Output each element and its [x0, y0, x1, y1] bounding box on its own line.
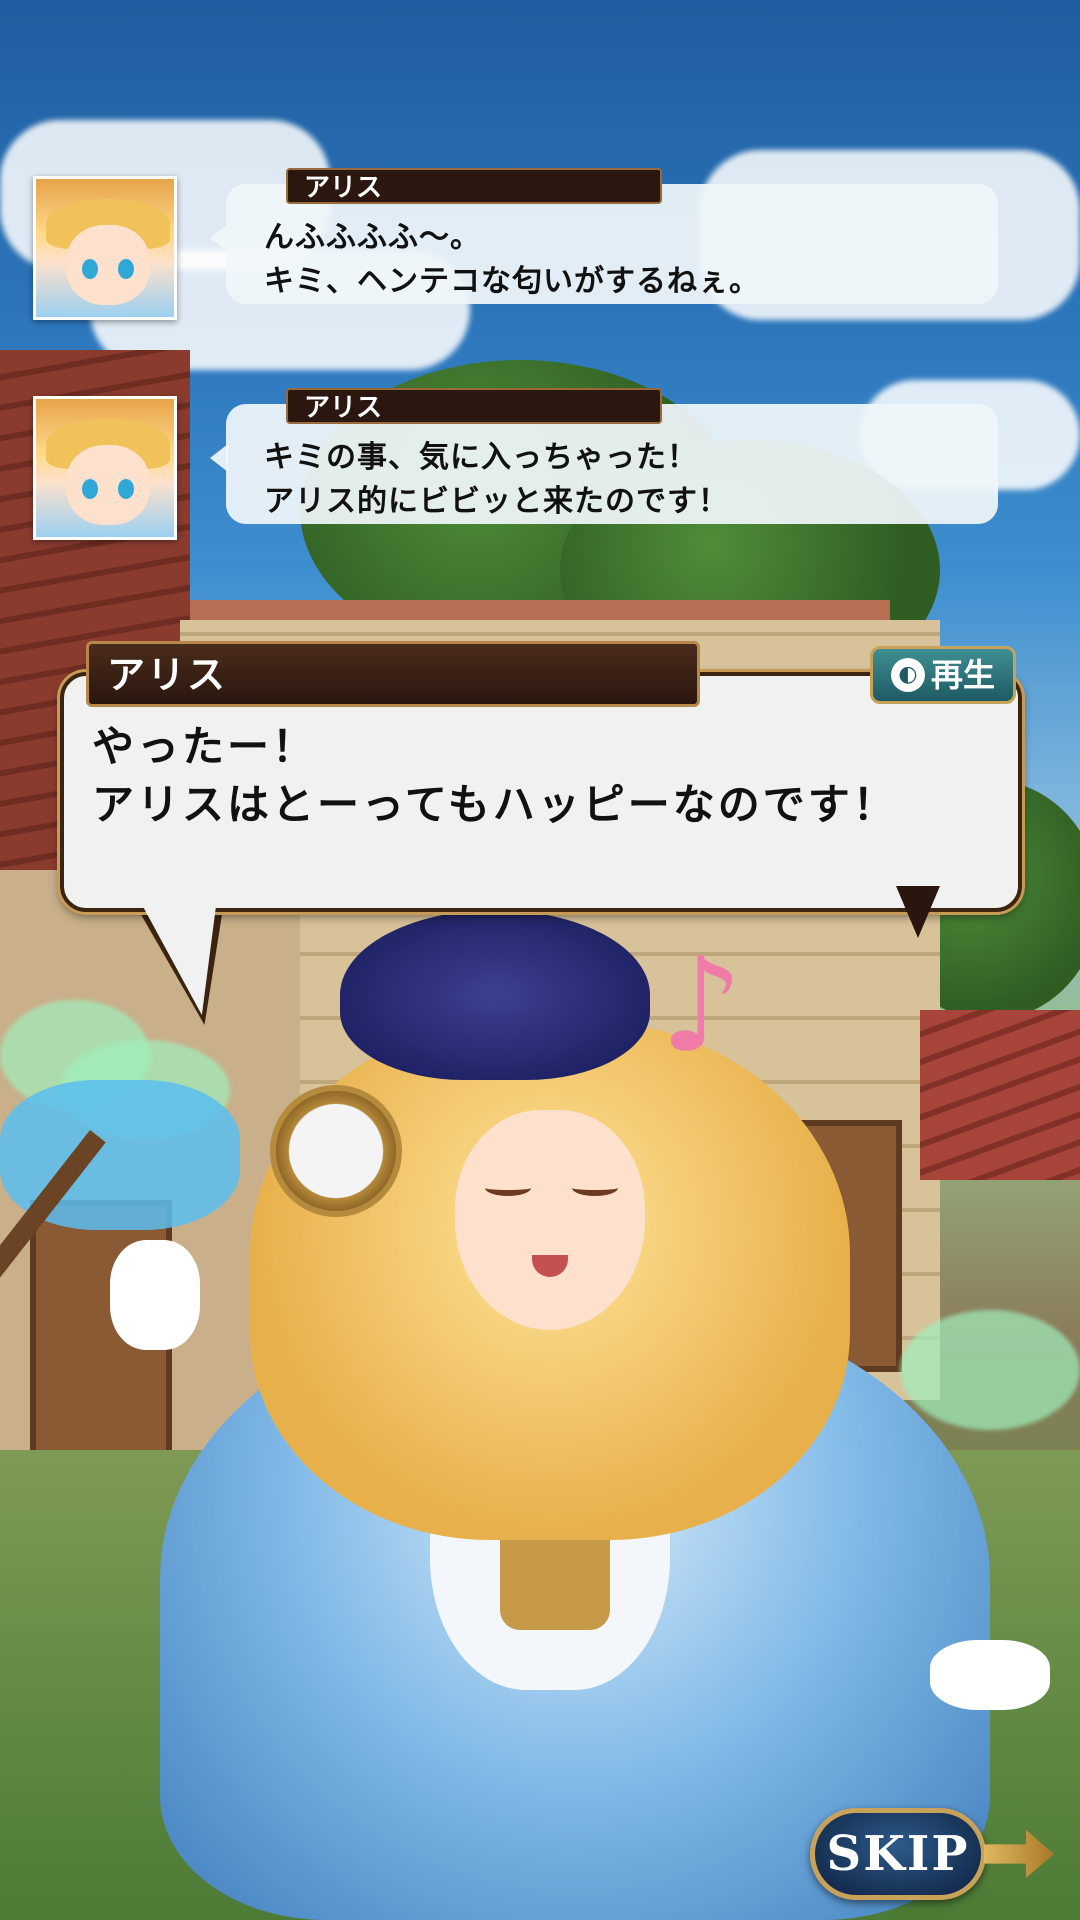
alice-glove-left — [110, 1240, 200, 1350]
alice-eye-right — [572, 1180, 618, 1196]
alice-avatar — [33, 396, 177, 540]
speaker-play-icon: ◐ — [890, 658, 925, 692]
log-entry: キミの事、気に入っちゃった！ アリス的にビビッと来たのです！ アリス — [30, 388, 998, 550]
alice-glove-right — [930, 1640, 1050, 1710]
alice-face — [455, 1110, 645, 1330]
voice-play-label: 再生 — [930, 656, 995, 694]
log-line: んふふふふ〜。 — [264, 220, 481, 255]
dialog-speaker-name: アリス — [86, 641, 700, 707]
voice-play-button[interactable]: ◐ 再生 — [870, 646, 1016, 704]
dialog-line: アリスはとーってもハッピーなのです！ — [92, 780, 898, 829]
dialog-line: やったー！ — [92, 722, 318, 771]
skip-button[interactable]: SKIP — [810, 1808, 986, 1900]
alice-hair-bow — [340, 910, 650, 1080]
log-line: アリス的にビビッと来たのです！ — [264, 484, 729, 519]
log-speaker-name: アリス — [286, 168, 662, 204]
log-entry: んふふふふ〜。 キミ、ヘンテコな匂いがするねぇ。 アリス — [30, 168, 998, 330]
log-line: キミ、ヘンテコな匂いがするねぇ。 — [264, 264, 760, 299]
dialog-text: やったー！ アリスはとーってもハッピーなのです！ — [92, 718, 992, 834]
log-speaker-name: アリス — [286, 388, 662, 424]
log-line: キミの事、気に入っちゃった！ — [264, 440, 698, 475]
alice-eye-left — [485, 1180, 531, 1196]
next-arrow-icon[interactable] — [896, 886, 940, 938]
alice-avatar — [33, 176, 177, 320]
magic-wisp-right — [900, 1310, 1080, 1430]
clock-icon — [270, 1085, 402, 1217]
music-note-icon: ♪ — [660, 929, 743, 1081]
